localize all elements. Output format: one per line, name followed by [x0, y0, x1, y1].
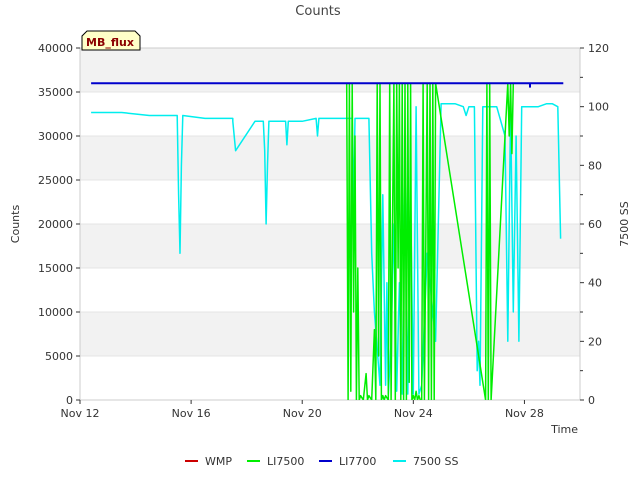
y-tick-label: 20000 [38, 218, 73, 231]
x-tick-label: Nov 16 [172, 407, 211, 420]
x-tick-label: Nov 28 [505, 407, 544, 420]
x-axis-label: Time [550, 423, 578, 436]
legend-label-li7700: LI7700 [339, 455, 376, 468]
y-tick-label: 15000 [38, 262, 73, 275]
y-axis-right: 0 20 40 60 80 100 120 [580, 42, 609, 407]
y-axis-left: 0 5000 10000 15000 20000 25000 30000 35000 40000 [38, 42, 80, 407]
grid-band [80, 224, 580, 268]
y-tick-label: 35000 [38, 86, 73, 99]
y2-tick-label: 20 [588, 335, 602, 348]
counts-chart: 0 5000 10000 15000 20000 25000 30000 35000 40000… [9, 4, 631, 468]
y2-tick-label: 100 [588, 101, 609, 114]
legend: WMP LI7500 LI7700 7500 SS [185, 455, 458, 468]
y-tick-label: 0 [66, 394, 73, 407]
annotation-box: MB_flux [81, 30, 141, 51]
y-tick-label: 40000 [38, 42, 73, 55]
y-tick-label: 10000 [38, 306, 73, 319]
grid-bands [80, 48, 580, 401]
y2-tick-label: 0 [588, 394, 595, 407]
y-tick-label: 5000 [45, 350, 73, 363]
y2-tick-label: 80 [588, 159, 602, 172]
y2-tick-label: 60 [588, 218, 602, 231]
chart-title: Counts [295, 4, 341, 19]
y-tick-label: 30000 [38, 130, 73, 143]
legend-label-wmp: WMP [205, 455, 232, 468]
legend-label-li7500: LI7500 [267, 455, 304, 468]
y-axis-label: Counts [9, 205, 22, 244]
y2-tick-label: 40 [588, 277, 602, 290]
x-tick-label: Nov 12 [61, 407, 100, 420]
grid-band [80, 312, 580, 356]
x-tick-label: Nov 20 [283, 407, 322, 420]
y2-axis-label: 7500 SS [618, 201, 631, 246]
annotation-label: MB_flux [86, 36, 134, 49]
y-tick-label: 25000 [38, 174, 73, 187]
legend-label-7500-ss: 7500 SS [413, 455, 458, 468]
x-tick-label: Nov 24 [394, 407, 433, 420]
x-axis: Nov 12 Nov 16 Nov 20 Nov 24 Nov 28 [61, 400, 544, 420]
grid-band [80, 48, 580, 92]
y2-tick-label: 120 [588, 42, 609, 55]
